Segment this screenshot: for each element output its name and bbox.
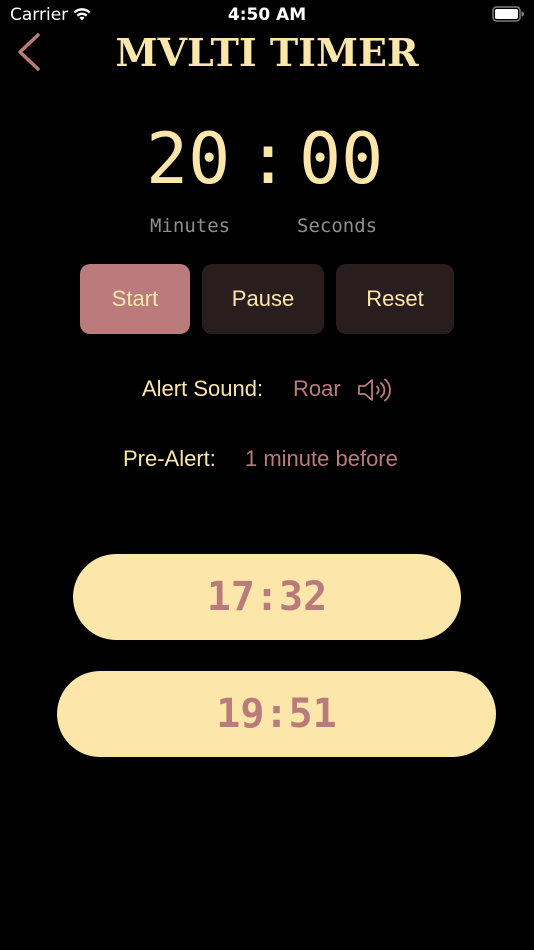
status-time: 4:50 AM xyxy=(227,5,307,25)
reset-button[interactable]: Reset xyxy=(336,264,454,334)
alert-sound-label: Alert Sound: xyxy=(142,376,264,401)
pause-button[interactable]: Pause xyxy=(202,264,324,334)
saved-timer-label: 17:32 xyxy=(206,574,328,620)
saved-timer-button[interactable]: 17:32 xyxy=(73,554,461,640)
pause-button-label: Pause xyxy=(231,286,295,311)
start-button-label: Start xyxy=(111,286,159,311)
start-button[interactable]: Start xyxy=(80,264,190,334)
pre-alert-label: Pre-Alert: xyxy=(123,446,216,471)
speaker-icon[interactable] xyxy=(357,377,393,403)
pre-alert-value[interactable]: 1 minute before xyxy=(245,446,398,472)
battery-icon xyxy=(492,6,524,22)
timer-minutes[interactable]: 20 xyxy=(146,118,230,200)
reset-button-label: Reset xyxy=(366,286,424,311)
page-title: MVLTI TIMER xyxy=(115,30,419,75)
saved-timer-button[interactable]: 19:51 xyxy=(57,671,496,757)
alert-sound-value[interactable]: Roar xyxy=(293,376,341,402)
timer-seconds[interactable]: 00 xyxy=(299,118,383,200)
saved-timer-label: 19:51 xyxy=(216,691,337,737)
timer-colon: : xyxy=(247,118,290,200)
seconds-label: Seconds xyxy=(297,215,378,237)
status-bar: Carrier 4:50 AM xyxy=(0,0,534,30)
minutes-label: Minutes xyxy=(150,215,231,237)
timer-display: 20 : 00 xyxy=(0,118,534,200)
